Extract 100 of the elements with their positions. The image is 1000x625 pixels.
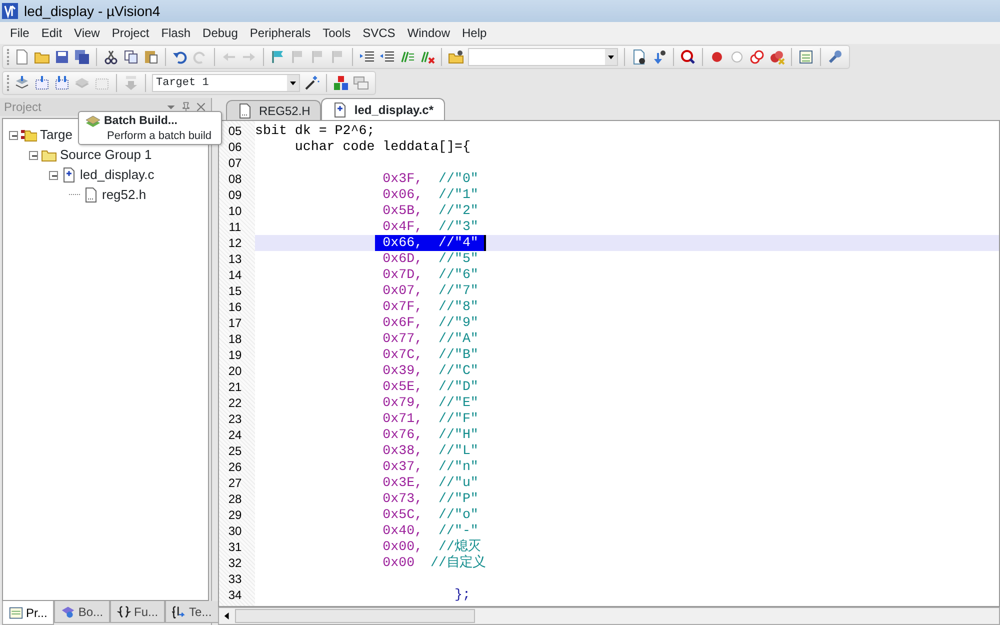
menu-item[interactable]: Debug	[196, 24, 244, 42]
line-number: 32	[227, 555, 243, 571]
scroll-thumb[interactable]	[235, 609, 475, 623]
menu-item[interactable]: File	[4, 24, 36, 42]
line-number: 12	[227, 235, 243, 251]
code-comment: //"A"	[438, 331, 478, 347]
hex-value: 0x6F,	[382, 315, 423, 331]
paste-icon[interactable]	[143, 49, 159, 65]
hex-value: 0x07,	[382, 283, 423, 299]
manage-icon[interactable]	[353, 75, 369, 91]
target-icon	[21, 127, 37, 143]
menu-item[interactable]: Flash	[155, 24, 197, 42]
menu-item[interactable]: Project	[106, 24, 156, 42]
hex-value: 0x40,	[382, 523, 423, 539]
line-number: 34	[227, 587, 243, 603]
code-text: };	[454, 587, 470, 603]
hex-value: 0x66,	[382, 235, 423, 251]
hex-value: 0x06,	[382, 187, 423, 203]
open-folder-icon[interactable]	[448, 49, 464, 65]
hex-value: 0x38,	[382, 443, 423, 459]
options-icon[interactable]	[304, 75, 320, 91]
hex-value: 0x77,	[382, 331, 423, 347]
line-number: 15	[227, 283, 243, 299]
menu-item[interactable]: Tools	[316, 24, 357, 42]
code-comment: //"8"	[438, 299, 478, 315]
copy-icon[interactable]	[123, 49, 139, 65]
book-icon	[61, 604, 76, 618]
line-number: 21	[227, 379, 243, 395]
menu-item[interactable]: View	[68, 24, 106, 42]
tree-item[interactable]: reg52.h	[102, 185, 146, 205]
hex-value: 0x00	[382, 555, 415, 571]
panel-tab[interactable]: Pr...	[2, 601, 54, 625]
window-icon[interactable]	[798, 49, 814, 65]
line-number: 09	[227, 187, 243, 203]
hex-value: 0x37,	[382, 459, 423, 475]
save-icon[interactable]	[54, 49, 70, 65]
dropdown-caret-icon[interactable]	[287, 75, 299, 91]
tree-item[interactable]: Source Group 1	[60, 145, 152, 165]
line-number: 33	[227, 571, 243, 587]
code-comment: //"4"	[438, 235, 478, 251]
line-number: 23	[227, 411, 243, 427]
pin-icon[interactable]	[180, 101, 192, 113]
collapse-icon[interactable]	[9, 130, 18, 140]
hex-value: 0x5B,	[382, 203, 423, 219]
code-comment: //"P"	[438, 491, 478, 507]
find-icon[interactable]	[631, 49, 647, 65]
undo-icon[interactable]	[172, 49, 188, 65]
rebuild-icon[interactable]	[54, 75, 70, 91]
tree-item[interactable]: led_display.c	[80, 165, 154, 185]
kill-breakpoints-icon[interactable]	[769, 49, 785, 65]
components-icon[interactable]	[333, 75, 349, 91]
collapse-icon[interactable]	[29, 150, 38, 160]
code-text: uchar code leddata[]={	[294, 139, 470, 155]
line-number: 13	[227, 251, 243, 267]
uncomment-icon[interactable]	[419, 49, 435, 65]
code-comment: //"H"	[438, 427, 478, 443]
menu-item[interactable]: Edit	[35, 24, 68, 42]
hex-value: 0x5E,	[382, 379, 423, 395]
hex-value: 0x71,	[382, 411, 423, 427]
panel-tab[interactable]: Fu...	[110, 601, 166, 623]
line-number: 17	[227, 315, 243, 331]
code-comment: //"E"	[438, 395, 478, 411]
code-comment: //"o"	[438, 507, 478, 523]
code-comment: //"C"	[438, 363, 478, 379]
panel-tab[interactable]: Bo...	[54, 601, 110, 623]
settings-icon[interactable]	[827, 49, 843, 65]
code-comment: //"6"	[438, 267, 478, 283]
breakpoint-icon[interactable]	[709, 49, 725, 65]
file-tab[interactable]: led_display.c*	[321, 98, 445, 120]
line-number: 14	[227, 267, 243, 283]
build-icon[interactable]	[34, 75, 50, 91]
dropdown-caret-icon[interactable]	[605, 49, 617, 65]
menu-item[interactable]: Window	[401, 24, 456, 42]
line-number: 07	[227, 155, 243, 171]
line-number: 08	[227, 171, 243, 187]
file-tab[interactable]: REG52.H	[226, 100, 322, 120]
menu-item[interactable]: SVCS	[356, 24, 402, 42]
horizontal-scrollbar[interactable]	[218, 607, 1000, 625]
line-number: 25	[227, 443, 243, 459]
menu-item[interactable]: Peripherals	[244, 24, 317, 42]
tree-item[interactable]: Targe	[40, 125, 73, 145]
cut-icon[interactable]	[103, 49, 119, 65]
collapse-icon[interactable]	[49, 170, 58, 180]
code-comment: //"9"	[438, 315, 478, 331]
line-number: 16	[227, 299, 243, 315]
flag-icon[interactable]	[270, 49, 286, 65]
file-icon[interactable]	[14, 49, 30, 65]
code-comment: //自定义	[430, 555, 486, 571]
line-number: 10	[227, 203, 243, 219]
breakpoints-icon[interactable]	[749, 49, 765, 65]
menu-item[interactable]: Help	[456, 24, 493, 42]
code-text: sbit dk = P2^6;	[255, 123, 375, 139]
target-select[interactable]: Target 1	[152, 74, 300, 92]
c-file-icon	[61, 167, 77, 183]
code-comment: //"F"	[438, 411, 478, 427]
panel-tab[interactable]: Te...	[165, 601, 219, 623]
save-all-icon[interactable]	[74, 49, 90, 65]
close-icon[interactable]	[195, 101, 207, 113]
hex-value: 0x4F,	[382, 219, 423, 235]
batch-build-icon	[85, 113, 101, 129]
